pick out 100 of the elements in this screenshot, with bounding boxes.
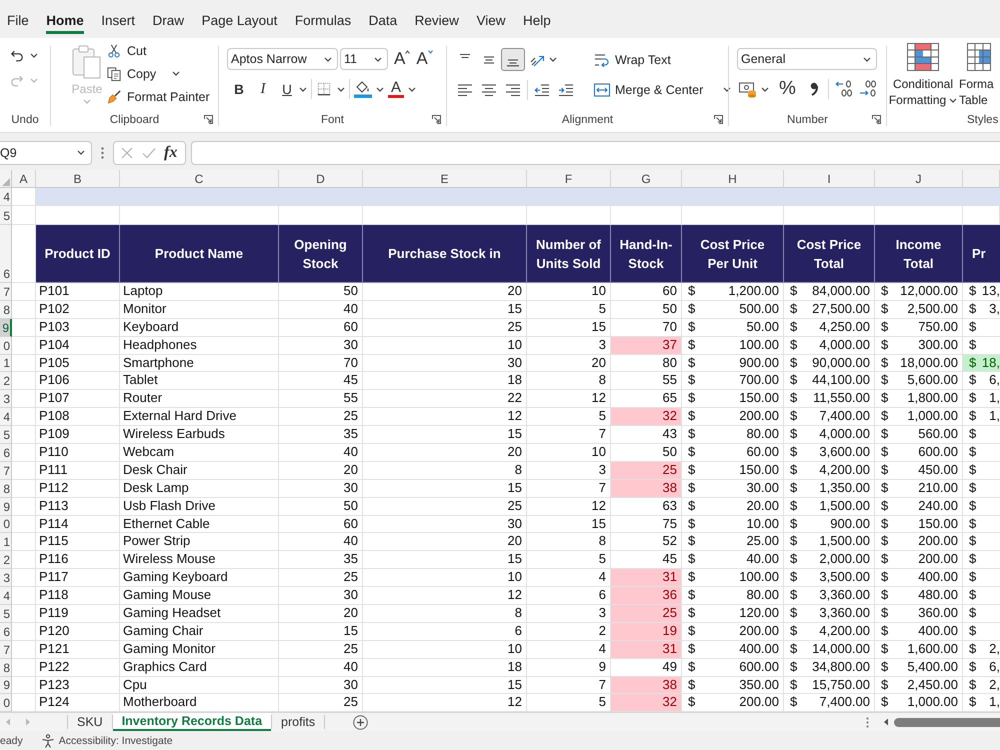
- accessibility-icon[interactable]: [40, 734, 55, 748]
- row-header[interactable]: 5: [0, 206, 12, 225]
- wrap-text-icon[interactable]: [594, 52, 610, 66]
- row-header[interactable]: 5: [0, 426, 12, 444]
- caret-icon[interactable]: [863, 56, 871, 62]
- row-header[interactable]: 3: [0, 390, 12, 408]
- caret-icon[interactable]: [949, 98, 958, 102]
- decrease-indent-icon[interactable]: [534, 82, 550, 96]
- row-header[interactable]: 6: [0, 622, 12, 641]
- paint-bucket-icon[interactable]: [354, 80, 372, 98]
- comma-style-icon[interactable]: [810, 82, 818, 96]
- row-header[interactable]: 8: [0, 480, 12, 498]
- caret-icon[interactable]: [761, 86, 769, 92]
- scissors-icon[interactable]: [106, 44, 122, 58]
- caret-icon[interactable]: [299, 86, 307, 92]
- row-header[interactable]: 8: [0, 300, 12, 319]
- sheet-tab[interactable]: profits: [272, 713, 324, 732]
- caret-icon[interactable]: [337, 86, 345, 92]
- accessibility-status[interactable]: Accessibility: Investigate: [58, 734, 173, 747]
- sheet-tab[interactable]: Inventory Records Data: [112, 713, 272, 732]
- row-header[interactable]: 7: [0, 283, 12, 301]
- row-header[interactable]: 9: [0, 498, 12, 516]
- table-grid-icon[interactable]: [967, 43, 991, 71]
- row-header[interactable]: 9: [0, 676, 12, 694]
- ribbon-tab[interactable]: Insert: [101, 6, 136, 34]
- copy-button[interactable]: Copy: [106, 62, 210, 86]
- column-header[interactable]: J: [875, 170, 963, 188]
- caret-icon[interactable]: [408, 86, 416, 92]
- dialog-launcher-icon[interactable]: [432, 115, 441, 124]
- copy-icon[interactable]: [106, 66, 122, 81]
- column-header[interactable]: F: [527, 170, 611, 188]
- row-header[interactable]: 2: [0, 372, 12, 390]
- column-header[interactable]: A: [12, 170, 36, 188]
- row-header[interactable]: 6: [0, 444, 12, 462]
- add-sheet-icon[interactable]: [353, 714, 368, 730]
- row-header[interactable]: 0: [0, 694, 12, 712]
- ribbon-tab[interactable]: Help: [522, 6, 551, 34]
- ribbon-tab[interactable]: Data: [368, 6, 398, 34]
- ribbon-tab[interactable]: View: [476, 6, 506, 34]
- column-header[interactable]: H: [682, 170, 784, 188]
- ribbon-tab[interactable]: Draw: [152, 6, 184, 34]
- increase-indent-icon[interactable]: [558, 82, 574, 96]
- row-header[interactable]: 3: [0, 569, 12, 588]
- accounting-format-icon[interactable]: [739, 80, 757, 98]
- name-box-field[interactable]: Q9: [0, 140, 92, 164]
- shrink-font-button[interactable]: A: [416, 49, 433, 69]
- row-header[interactable]: 2: [0, 551, 12, 570]
- row-header[interactable]: 4: [0, 188, 12, 206]
- row-header[interactable]: 0: [0, 336, 12, 355]
- row-header[interactable]: 7: [0, 640, 12, 659]
- more-icon[interactable]: [866, 716, 869, 728]
- paintbrush-icon[interactable]: [106, 90, 122, 104]
- caret-icon[interactable]: [77, 150, 85, 155]
- row-header[interactable]: 9: [0, 318, 12, 337]
- row-header[interactable]: 1: [0, 533, 12, 552]
- caret-icon[interactable]: [324, 56, 332, 62]
- column-header[interactable]: I: [784, 170, 875, 188]
- insert-function-button[interactable]: fx: [164, 144, 178, 162]
- row-header[interactable]: 7: [0, 462, 12, 480]
- row-header[interactable]: 4: [0, 587, 12, 606]
- dialog-launcher-icon[interactable]: [714, 115, 723, 124]
- format-as-table-button[interactable]: Forma Table: [959, 43, 994, 109]
- dialog-launcher-icon[interactable]: [204, 115, 213, 124]
- row-header[interactable]: 8: [0, 658, 12, 677]
- caret-icon[interactable]: [376, 86, 384, 92]
- more-icon[interactable]: [101, 146, 104, 158]
- wrap-text-button[interactable]: Wrap Text: [594, 48, 732, 71]
- increase-decimal-icon[interactable]: [834, 80, 853, 98]
- conditional-formatting-button[interactable]: Conditional Formatting: [888, 43, 958, 109]
- dialog-launcher-icon[interactable]: [872, 115, 881, 124]
- align-bottom-button[interactable]: [501, 48, 525, 71]
- undo-icon[interactable]: [9, 48, 25, 62]
- align-center-icon[interactable]: [481, 82, 497, 96]
- row-header[interactable]: 5: [0, 605, 12, 623]
- font-size-dropdown[interactable]: 11: [340, 48, 388, 70]
- column-header[interactable]: B: [36, 170, 120, 188]
- formula-input[interactable]: [191, 140, 1000, 164]
- align-right-icon[interactable]: [505, 82, 521, 96]
- italic-button[interactable]: I: [251, 78, 275, 100]
- merge-center-button[interactable]: Merge & Center: [594, 78, 732, 101]
- font-name-dropdown[interactable]: Aptos Narrow: [227, 48, 338, 70]
- row-header[interactable]: 0: [0, 516, 12, 534]
- format-painter-button[interactable]: Format Painter: [106, 86, 210, 109]
- caret-icon[interactable]: [172, 71, 180, 76]
- ribbon-tab[interactable]: Home: [46, 6, 84, 34]
- row-header[interactable]: 6: [0, 225, 12, 283]
- bold-button[interactable]: B: [227, 78, 251, 100]
- scrollbar-thumb[interactable]: [894, 718, 1000, 727]
- scroll-left-icon[interactable]: [883, 718, 889, 726]
- decrease-decimal-icon[interactable]: [858, 80, 877, 98]
- grow-font-button[interactable]: A: [394, 49, 410, 69]
- borders-icon[interactable]: [316, 82, 332, 96]
- ribbon-tab[interactable]: Formulas: [294, 6, 352, 34]
- conditional-formatting-icon[interactable]: [907, 43, 939, 71]
- ribbon-tab[interactable]: Review: [414, 6, 459, 34]
- column-header[interactable]: C: [120, 170, 279, 188]
- underline-button[interactable]: U: [275, 78, 299, 100]
- caret-icon[interactable]: [549, 57, 557, 62]
- align-left-icon[interactable]: [457, 82, 473, 96]
- caret-icon[interactable]: [374, 56, 382, 62]
